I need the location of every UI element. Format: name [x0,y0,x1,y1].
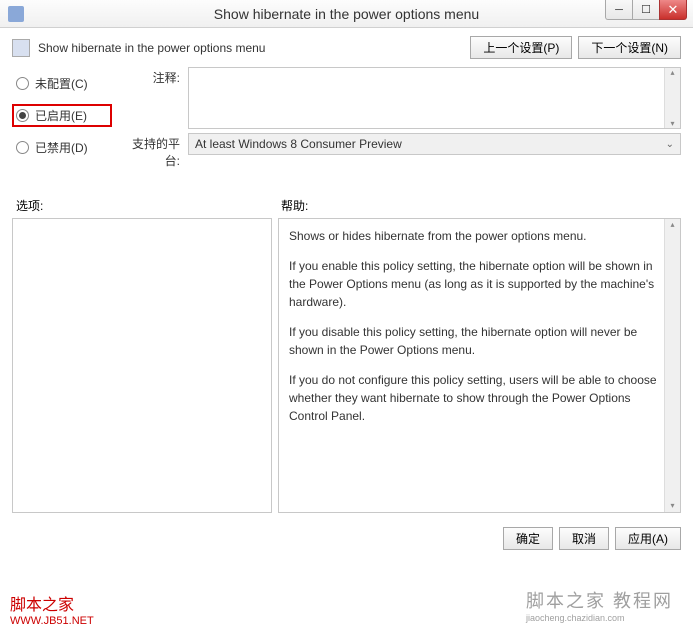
scrollbar[interactable]: ▴▾ [664,68,680,128]
policy-title: Show hibernate in the power options menu [38,41,462,55]
radio-label: 未配置(C) [35,75,88,92]
comment-label: 注释: [120,67,180,129]
help-section-label: 帮助: [277,197,308,214]
radio-not-configured[interactable]: 未配置(C) [12,73,112,94]
radio-icon [16,109,29,122]
radio-label: 已启用(E) [35,107,87,124]
watermark-right: 脚本之家 教程网 jiaocheng.chazidian.com [526,587,673,623]
help-panel: Shows or hides hibernate from the power … [278,218,681,513]
radio-label: 已禁用(D) [35,139,88,156]
help-paragraph: If you do not configure this policy sett… [289,371,658,425]
help-paragraph: If you disable this policy setting, the … [289,323,658,359]
options-section-label: 选项: [12,197,277,214]
comment-textarea[interactable]: ▴▾ [188,67,681,129]
apply-button[interactable]: 应用(A) [615,527,681,550]
platform-label: 支持的平台: [120,133,180,169]
help-paragraph: Shows or hides hibernate from the power … [289,227,658,245]
policy-icon [12,39,30,57]
watermark-left: 脚本之家 WWW.JB51.NET [10,591,94,627]
radio-enabled[interactable]: 已启用(E) [12,104,112,127]
supported-platform-dropdown[interactable]: At least Windows 8 Consumer Preview ⌄ [188,133,681,155]
next-setting-button[interactable]: 下一个设置(N) [578,36,681,59]
window-maximize-button[interactable]: ☐ [632,0,660,20]
chevron-down-icon: ⌄ [666,139,674,150]
help-paragraph: If you enable this policy setting, the h… [289,257,658,311]
radio-icon [16,77,29,90]
previous-setting-button[interactable]: 上一个设置(P) [470,36,572,59]
radio-disabled[interactable]: 已禁用(D) [12,137,112,158]
cancel-button[interactable]: 取消 [559,527,609,550]
ok-button[interactable]: 确定 [503,527,553,550]
radio-icon [16,141,29,154]
window-close-button[interactable]: ✕ [659,0,687,20]
options-panel [12,218,272,513]
window-title: Show hibernate in the power options menu [0,6,693,22]
scrollbar[interactable]: ▴▾ [664,219,680,512]
platform-value: At least Windows 8 Consumer Preview [195,137,402,151]
window-minimize-button[interactable]: ─ [605,0,633,20]
